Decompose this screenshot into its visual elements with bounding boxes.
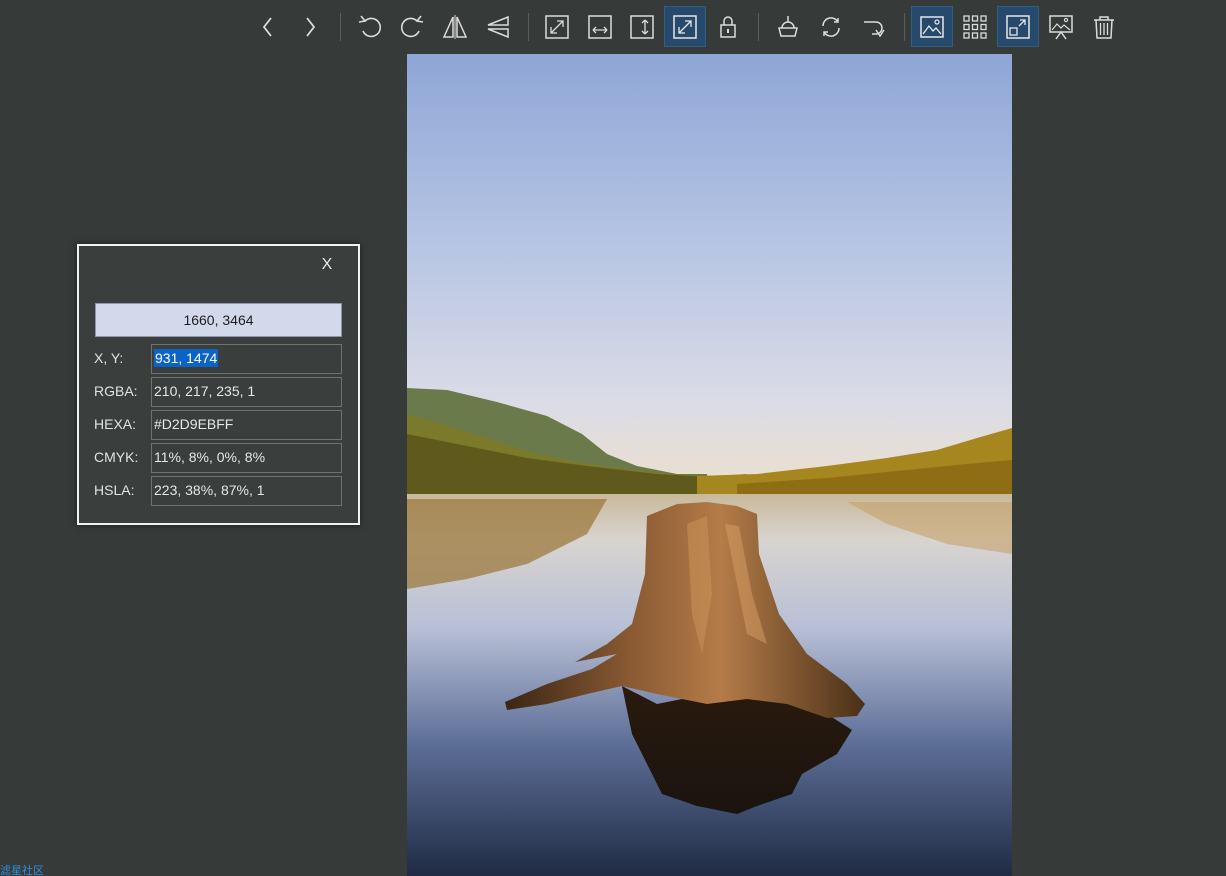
rotate-right-button[interactable] [391, 6, 433, 47]
toolbar [0, 0, 1226, 54]
cmyk-row: CMYK: 11%, 8%, 0%, 8% [79, 443, 362, 473]
hsla-field[interactable]: 223, 38%, 87%, 1 [151, 476, 342, 506]
rgba-row: RGBA: 210, 217, 235, 1 [79, 377, 362, 407]
previous-button[interactable] [247, 6, 289, 47]
fit-width-icon [585, 12, 615, 42]
actual-size-icon [542, 12, 572, 42]
hsla-row: HSLA: 223, 38%, 87%, 1 [79, 476, 362, 506]
color-picker-panel: X 1660, 3464 X, Y: 931, 1474 RGBA: 210, … [77, 244, 360, 525]
goto-button[interactable] [852, 6, 894, 47]
rotate-cw-icon [397, 12, 427, 42]
rotate-ccw-icon [355, 12, 385, 42]
fit-window-button[interactable] [664, 6, 706, 47]
fit-height-button[interactable] [621, 6, 663, 47]
coordinates-row: X, Y: 931, 1474 [79, 344, 362, 374]
fit-width-button[interactable] [579, 6, 621, 47]
image-icon [917, 12, 947, 42]
next-button[interactable] [289, 6, 331, 47]
rotate-left-button[interactable] [349, 6, 391, 47]
toolbar-separator [904, 13, 905, 41]
lake-tree-stump-photo [407, 54, 1012, 876]
fullscreen-button[interactable] [997, 6, 1039, 47]
lock-icon [713, 12, 743, 42]
paint-bucket-icon [773, 12, 803, 42]
fit-window-icon [670, 12, 700, 42]
rgba-field[interactable]: 210, 217, 235, 1 [151, 377, 342, 407]
chevron-right-icon [295, 12, 325, 42]
color-picker-button[interactable] [767, 6, 809, 47]
hexa-row: HEXA: #D2D9EBFF [79, 410, 362, 440]
gallery-view-button[interactable] [911, 6, 953, 47]
watermark-text: 滤星社区 [0, 864, 44, 876]
image-canvas[interactable] [407, 54, 1012, 876]
redo-arrow-icon [858, 12, 888, 42]
original-size-button[interactable] [536, 6, 578, 47]
cmyk-field[interactable]: 11%, 8%, 0%, 8% [151, 443, 342, 473]
fit-height-icon [627, 12, 657, 42]
image-viewer-window: X 1660, 3464 X, Y: 931, 1474 RGBA: 210, … [0, 0, 1226, 876]
close-button[interactable]: X [316, 254, 338, 276]
thumbnail-grid-button[interactable] [954, 6, 996, 47]
flip-vertical-icon [483, 12, 513, 42]
flip-horizontal-icon [440, 12, 470, 42]
color-preview-swatch: 1660, 3464 [95, 303, 342, 337]
fullscreen-icon [1003, 12, 1033, 42]
chevron-left-icon [253, 12, 283, 42]
slideshow-icon [1046, 12, 1076, 42]
hsla-label: HSLA: [94, 482, 135, 498]
coordinates-field[interactable]: 931, 1474 [151, 344, 342, 374]
flip-horizontal-button[interactable] [434, 6, 476, 47]
refresh-icon [816, 12, 846, 42]
delete-button[interactable] [1083, 6, 1125, 47]
toolbar-separator [758, 13, 759, 41]
grid-icon [960, 12, 990, 42]
coordinates-label: X, Y: [94, 350, 124, 366]
refresh-button[interactable] [810, 6, 852, 47]
rgba-label: RGBA: [94, 383, 138, 399]
toolbar-separator [340, 13, 341, 41]
selected-text: 931, 1474 [154, 349, 219, 367]
cmyk-label: CMYK: [94, 449, 139, 465]
hexa-field[interactable]: #D2D9EBFF [151, 410, 342, 440]
lock-zoom-button[interactable] [707, 6, 749, 47]
slideshow-button[interactable] [1040, 6, 1082, 47]
hexa-label: HEXA: [94, 416, 137, 432]
flip-vertical-button[interactable] [477, 6, 519, 47]
toolbar-separator [528, 13, 529, 41]
trash-icon [1089, 12, 1119, 42]
